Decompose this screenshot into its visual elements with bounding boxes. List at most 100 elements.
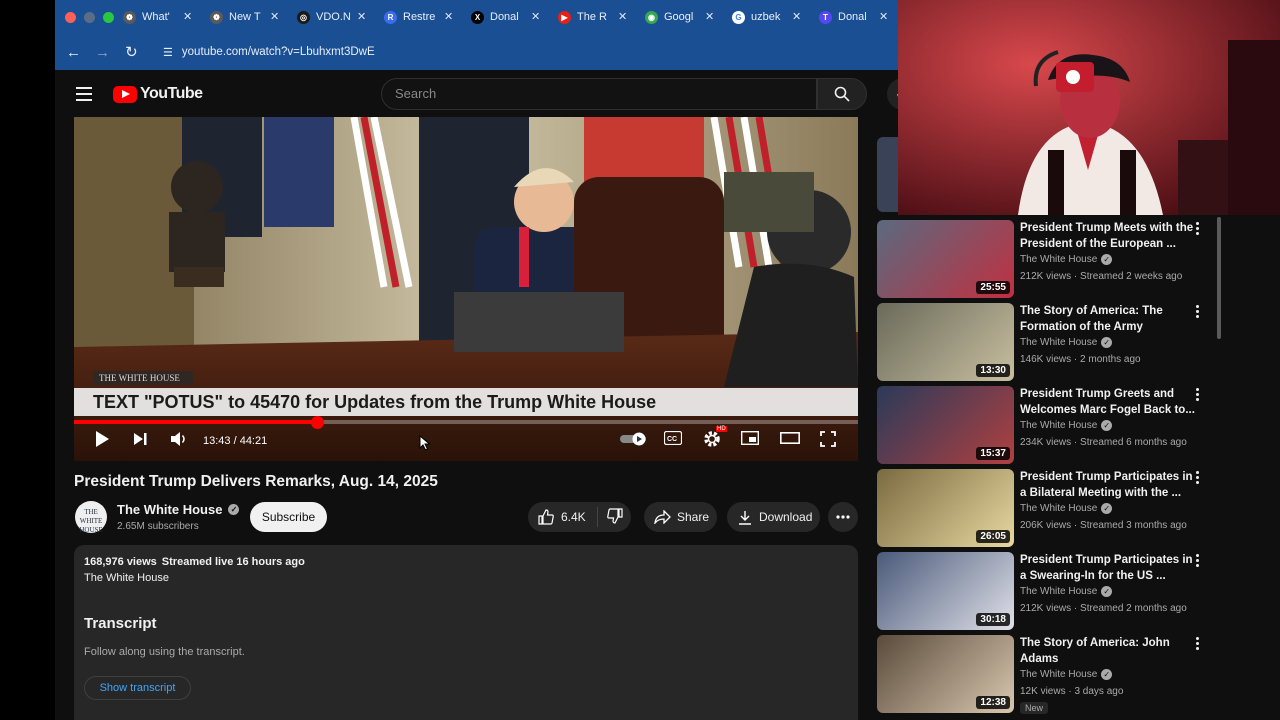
description-box[interactable]: 168,976 views Streamed live 16 hours ago … (74, 545, 858, 720)
close-tab-icon[interactable]: ✕ (705, 10, 714, 23)
recommendation-card[interactable]: 13:30 The Story of America: The Formation… (877, 303, 1217, 381)
channel-name-row[interactable]: The White House ✓ (117, 502, 240, 517)
browser-tab[interactable]: ◎ VDO.N ✕ (289, 0, 376, 34)
captions-button[interactable]: CC (663, 430, 683, 448)
settings-button[interactable]: HD (703, 426, 727, 451)
recommendation-channel-row: The White House ✓ (1020, 503, 1113, 514)
browser-tab[interactable]: ◉ Googl ✕ (637, 0, 724, 34)
share-button[interactable]: Share (644, 502, 717, 532)
play-button[interactable] (94, 430, 110, 451)
verified-icon: ✓ (228, 504, 240, 515)
download-icon (739, 510, 751, 525)
browser-tab[interactable]: T Donal ✕ (811, 0, 898, 34)
recommendation-channel[interactable]: The White House (1020, 503, 1097, 514)
progress-bar[interactable] (74, 415, 858, 429)
download-button[interactable]: Download (727, 502, 820, 532)
tab-strip: ❁ What' ✕ ❁ New T ✕ ◎ VDO.N ✕ R Restre ✕ X Donal ✕ ▶ The… (115, 0, 898, 34)
close-tab-icon[interactable]: ✕ (531, 10, 540, 23)
recommendation-card[interactable]: 15:37 President Trump Greets and Welcomes… (877, 386, 1217, 464)
video-thumbnail[interactable]: 13:30 (877, 303, 1014, 381)
search-input[interactable]: Search (381, 78, 817, 110)
recommendation-thumbnail-partial[interactable] (877, 137, 898, 212)
more-vertical-icon[interactable] (1193, 554, 1201, 567)
more-vertical-icon[interactable] (1193, 388, 1201, 401)
close-tab-icon[interactable]: ✕ (618, 10, 627, 23)
site-settings-icon[interactable]: ☰ (154, 46, 182, 59)
video-thumbnail[interactable]: 26:05 (877, 469, 1014, 547)
autoplay-toggle-icon (620, 432, 646, 446)
mouse-cursor-icon (419, 435, 431, 451)
recommendation-title[interactable]: President Trump Meets with the President… (1020, 220, 1195, 252)
url-field[interactable]: ☰ youtube.com/watch?v=Lbuhxmt3DwE (154, 39, 898, 65)
back-button[interactable]: ← (59, 44, 88, 61)
tab-title: What' (142, 11, 170, 23)
theater-mode-button[interactable] (780, 432, 800, 447)
browser-tab[interactable]: ❁ What' ✕ (115, 0, 202, 34)
youtube-logo[interactable]: YouTube (113, 85, 203, 103)
tab-title: Donal (838, 11, 867, 23)
recommendation-title[interactable]: President Trump Greets and Welcomes Marc… (1020, 386, 1195, 418)
more-vertical-icon[interactable] (1193, 305, 1201, 318)
duration-badge: 30:18 (976, 613, 1010, 626)
recommendation-channel[interactable]: The White House (1020, 254, 1097, 265)
svg-text:CC: CC (667, 436, 677, 443)
close-window-button[interactable] (65, 11, 76, 23)
browser-tab[interactable]: R Restre ✕ (376, 0, 463, 34)
video-thumbnail[interactable]: 25:55 (877, 220, 1014, 298)
close-tab-icon[interactable]: ✕ (879, 10, 888, 23)
dislike-button[interactable] (598, 507, 623, 527)
minimize-window-button[interactable] (84, 11, 95, 23)
like-button[interactable]: 6.4K (528, 507, 598, 527)
show-transcript-button[interactable]: Show transcript (84, 676, 191, 700)
volume-button[interactable] (170, 431, 188, 450)
more-actions-button[interactable] (828, 502, 858, 532)
search-button[interactable] (817, 78, 867, 110)
recommendation-card[interactable]: 26:05 President Trump Participates in a B… (877, 469, 1217, 547)
video-thumbnail[interactable]: 30:18 (877, 552, 1014, 630)
recommendation-title[interactable]: The Story of America: The Formation of t… (1020, 303, 1195, 335)
browser-tab[interactable]: ❁ New T ✕ (202, 0, 289, 34)
recommendation-title[interactable]: President Trump Participates in a Sweari… (1020, 552, 1195, 584)
maximize-window-button[interactable] (103, 11, 114, 23)
recommendation-card[interactable]: 30:18 President Trump Participates in a S… (877, 552, 1217, 630)
video-thumbnail[interactable]: 15:37 (877, 386, 1014, 464)
recommendation-title[interactable]: President Trump Participates in a Bilate… (1020, 469, 1195, 501)
close-tab-icon[interactable]: ✕ (792, 10, 801, 23)
browser-tab[interactable]: X Donal ✕ (463, 0, 550, 34)
recommendation-channel[interactable]: The White House (1020, 586, 1097, 597)
channel-name[interactable]: The White House (117, 502, 222, 517)
fullscreen-button[interactable] (820, 431, 836, 450)
more-vertical-icon[interactable] (1193, 222, 1201, 235)
recommendation-channel[interactable]: The White House (1020, 420, 1097, 431)
close-tab-icon[interactable]: ✕ (444, 10, 453, 23)
browser-tab[interactable]: Guzbek ✕ (724, 0, 811, 34)
reload-button[interactable]: ↻ (117, 43, 146, 61)
miniplayer-button[interactable] (740, 430, 760, 448)
autoplay-toggle[interactable] (619, 432, 649, 449)
recommendation-channel[interactable]: The White House (1020, 337, 1097, 348)
voice-search-button[interactable] (887, 78, 898, 110)
menu-icon[interactable] (76, 87, 92, 101)
recommendation-card[interactable]: 12:38 The Story of America: John Adams The… (877, 635, 1217, 714)
video-thumbnail[interactable]: 12:38 (877, 635, 1014, 713)
sidebar-scrollbar[interactable] (1217, 217, 1221, 339)
more-vertical-icon[interactable] (1193, 471, 1201, 484)
next-button[interactable] (132, 431, 148, 450)
recommendation-channel-row: The White House ✓ (1020, 254, 1113, 265)
tab-title: The R (577, 11, 607, 23)
close-tab-icon[interactable]: ✕ (357, 10, 366, 23)
subscribe-button[interactable]: Subscribe (250, 502, 327, 532)
recommendation-channel[interactable]: The White House (1020, 669, 1097, 680)
duration-badge: 15:37 (976, 447, 1010, 460)
forward-button[interactable]: → (88, 44, 117, 61)
channel-avatar[interactable]: THE WHITE HOUSE (75, 501, 107, 534)
video-player[interactable]: THE WHITE HOUSE TEXT "POTUS" to 45470 fo… (74, 117, 858, 461)
recommendation-title[interactable]: The Story of America: John Adams (1020, 635, 1195, 667)
close-tab-icon[interactable]: ✕ (183, 10, 192, 23)
recommendation-meta: 146K views · 2 months ago (1020, 354, 1141, 365)
browser-tab[interactable]: ▶ The R ✕ (550, 0, 637, 34)
more-vertical-icon[interactable] (1193, 637, 1201, 650)
recommendation-card[interactable]: 25:55 President Trump Meets with the Pres… (877, 220, 1217, 298)
close-tab-icon[interactable]: ✕ (270, 10, 279, 23)
view-count: 168,976 views (84, 556, 157, 568)
